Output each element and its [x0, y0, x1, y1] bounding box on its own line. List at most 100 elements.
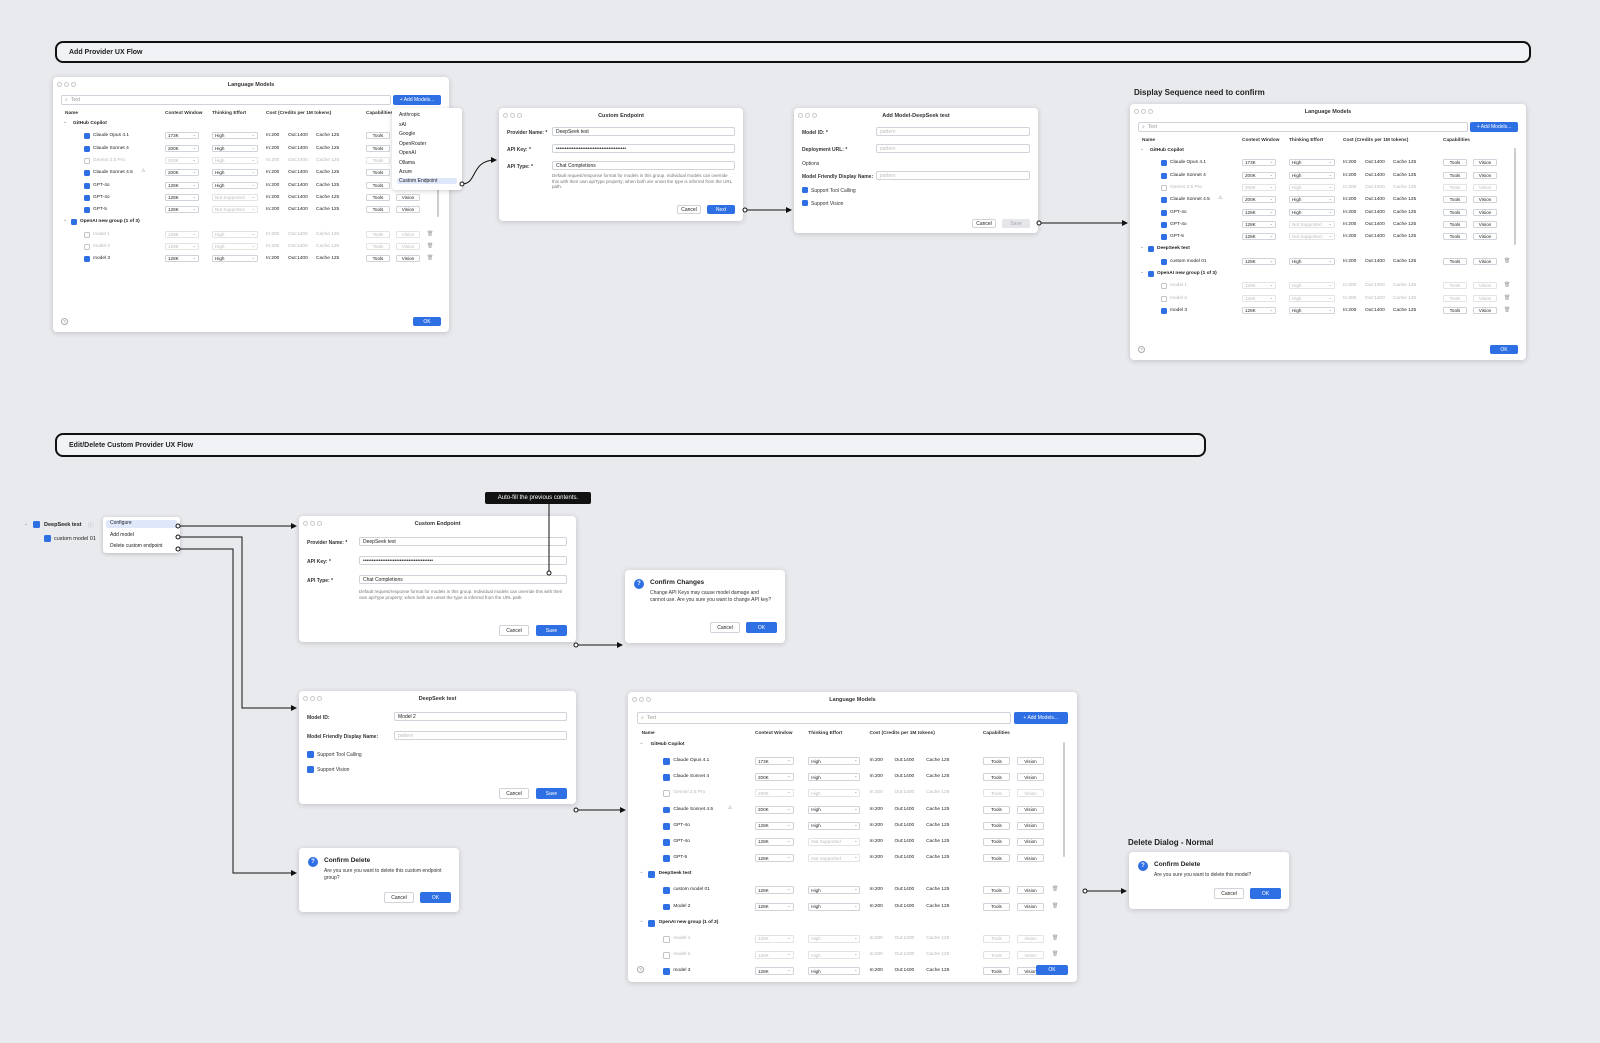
thinking-effort-select[interactable]: Not Supported: [808, 837, 861, 846]
model-checkbox[interactable]: [1161, 221, 1167, 228]
model-checkbox[interactable]: [663, 968, 670, 976]
model-checkbox[interactable]: [1161, 307, 1167, 314]
thinking-effort-select[interactable]: High: [212, 255, 258, 263]
thinking-effort-select[interactable]: High: [808, 902, 861, 911]
chevron-down-icon[interactable]: ⌄: [639, 919, 643, 924]
model-checkbox[interactable]: [663, 790, 670, 798]
ok-button[interactable]: OK: [1490, 345, 1518, 354]
context-window-select[interactable]: 128K: [165, 255, 199, 263]
model-checkbox[interactable]: [84, 133, 90, 140]
model-id-input[interactable]: Model 2: [394, 712, 567, 721]
api-type-select[interactable]: Chat Completions: [359, 575, 567, 584]
trash-icon[interactable]: 🗑: [427, 231, 433, 237]
context-window-select[interactable]: 200K: [165, 156, 199, 164]
model-checkbox[interactable]: [1161, 160, 1167, 167]
api-key-input[interactable]: ••••••••••••••••••••••••••••••••••••••••: [359, 556, 567, 565]
group-checkbox[interactable]: [1148, 246, 1154, 253]
context-window-select[interactable]: 128K: [1242, 208, 1276, 216]
menu-item-custom-endpoint[interactable]: Custom Endpoint: [397, 178, 457, 184]
context-window-select[interactable]: 200K: [754, 805, 794, 814]
context-window-select[interactable]: 128K: [754, 886, 794, 895]
menu-item-azure[interactable]: Azure: [399, 169, 412, 175]
thinking-effort-select[interactable]: High: [808, 773, 861, 782]
deployment-url-input[interactable]: pattern: [876, 144, 1030, 153]
thinking-effort-select[interactable]: Not Supported: [212, 206, 258, 214]
model-checkbox[interactable]: [1161, 295, 1167, 302]
context-window-select[interactable]: 128K: [165, 243, 199, 250]
thinking-effort-select[interactable]: High: [1289, 294, 1335, 302]
model-checkbox[interactable]: [84, 194, 90, 201]
tool-calling-checkbox[interactable]: [307, 751, 314, 758]
model-checkbox[interactable]: [1161, 234, 1167, 241]
model-checkbox[interactable]: [663, 887, 670, 895]
tool-calling-checkbox[interactable]: [802, 187, 808, 193]
context-window-select[interactable]: 128K: [1242, 306, 1276, 314]
provider-name-input[interactable]: DeepSeek test: [359, 537, 567, 546]
chevron-down-icon[interactable]: ⌄: [63, 120, 67, 125]
model-checkbox[interactable]: [663, 838, 670, 846]
thinking-effort-select[interactable]: High: [212, 132, 258, 140]
display-name-input[interactable]: pattern: [394, 731, 567, 740]
save-button[interactable]: Save: [1002, 219, 1030, 228]
add-models-button[interactable]: + Add Models...: [1470, 122, 1518, 132]
cancel-button[interactable]: Cancel: [1214, 888, 1244, 899]
context-window-select[interactable]: 128K: [1242, 257, 1276, 265]
search-input[interactable]: ⌕ Text: [61, 95, 391, 105]
cancel-button[interactable]: Cancel: [710, 622, 740, 633]
thinking-effort-select[interactable]: Not Supported: [808, 854, 861, 863]
context-window-select[interactable]: 128K: [754, 821, 794, 830]
chevron-down-icon[interactable]: ⌄: [639, 741, 643, 746]
menu-item-google[interactable]: Google: [399, 131, 415, 137]
context-window-select[interactable]: 128K: [1242, 220, 1276, 228]
chevron-down-icon[interactable]: ⌄: [63, 218, 67, 223]
model-checkbox[interactable]: [663, 806, 670, 814]
thinking-effort-select[interactable]: High: [1289, 183, 1335, 191]
model-checkbox[interactable]: [1161, 184, 1167, 191]
thinking-effort-select[interactable]: High: [1289, 257, 1335, 265]
provider-name-input[interactable]: DeepSeek test: [552, 127, 735, 136]
model-checkbox[interactable]: [1161, 197, 1167, 204]
thinking-effort-select[interactable]: High: [808, 951, 861, 960]
deepseek-group-checkbox[interactable]: [33, 521, 40, 528]
ok-button[interactable]: OK: [420, 892, 451, 903]
menu-item-openai[interactable]: OpenAI: [399, 150, 416, 156]
cancel-button[interactable]: Cancel: [384, 892, 414, 903]
model-checkbox[interactable]: [84, 157, 90, 164]
context-window-select[interactable]: 200K: [1242, 183, 1276, 191]
model-checkbox[interactable]: [663, 903, 670, 911]
model-checkbox[interactable]: [84, 182, 90, 189]
context-configure[interactable]: Configure: [106, 520, 177, 528]
context-window-select[interactable]: 200K: [1242, 171, 1276, 179]
context-window-select[interactable]: 173K: [165, 132, 199, 140]
model-checkbox[interactable]: [1161, 209, 1167, 216]
model-checkbox[interactable]: [663, 758, 670, 765]
thinking-effort-select[interactable]: High: [1289, 171, 1335, 179]
model-checkbox[interactable]: [663, 936, 670, 943]
add-models-button[interactable]: + Add Models...: [393, 95, 441, 105]
menu-item-ollama[interactable]: Ollama: [399, 160, 415, 166]
menu-item-anthropic[interactable]: Anthropic: [399, 112, 420, 118]
context-window-select[interactable]: 200K: [754, 773, 794, 782]
thinking-effort-select[interactable]: High: [808, 967, 861, 976]
context-window-select[interactable]: 200K: [165, 144, 199, 152]
search-input[interactable]: ⌕ Text: [637, 712, 1012, 724]
model-checkbox[interactable]: [663, 822, 670, 830]
model-checkbox[interactable]: [84, 170, 90, 177]
trash-icon[interactable]: 🗑: [1052, 903, 1058, 909]
context-window-select[interactable]: 173K: [1242, 159, 1276, 167]
save-button[interactable]: Save: [536, 625, 567, 636]
save-button[interactable]: Save: [536, 788, 567, 799]
model-checkbox[interactable]: [1161, 258, 1167, 265]
context-window-select[interactable]: 128K: [754, 902, 794, 911]
thinking-effort-select[interactable]: High: [1289, 208, 1335, 216]
cancel-button[interactable]: Cancel: [972, 219, 996, 228]
context-window-select[interactable]: 173K: [754, 757, 794, 765]
trash-icon[interactable]: 🗑: [427, 255, 433, 261]
thinking-effort-select[interactable]: High: [1289, 159, 1335, 167]
thinking-effort-select[interactable]: High: [212, 181, 258, 189]
context-window-select[interactable]: 128K: [1242, 233, 1276, 241]
scrollbar[interactable]: [1063, 741, 1066, 858]
context-window-select[interactable]: 128K: [1242, 282, 1276, 290]
context-window-select[interactable]: 128K: [754, 837, 794, 846]
chevron-down-icon[interactable]: ⌄: [1140, 245, 1144, 250]
